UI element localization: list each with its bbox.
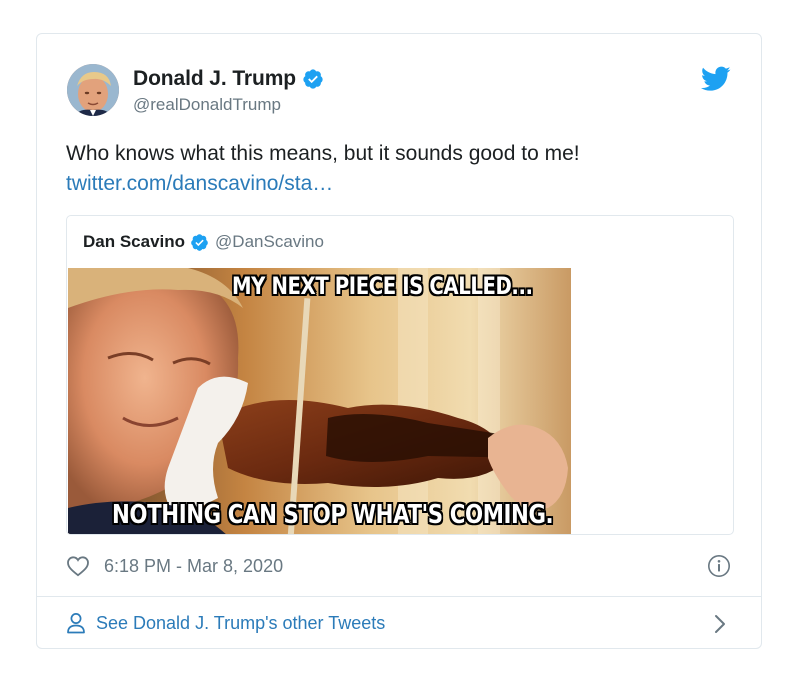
tweet-meta: 6:18 PM - Mar 8, 2020 (66, 552, 283, 580)
see-more-tweets-link[interactable]: See Donald J. Trump's other Tweets (66, 609, 385, 637)
footer-divider (37, 596, 761, 597)
tweet-text: Who knows what this means, but it sounds… (66, 142, 580, 165)
verified-badge-icon (191, 233, 208, 251)
tweet-link[interactable]: twitter.com/danscavino/sta… (66, 169, 726, 199)
author-block[interactable]: Donald J. Trump @realDonaldTrump (133, 65, 324, 115)
tweet-timestamp[interactable]: 6:18 PM - Mar 8, 2020 (104, 556, 283, 577)
quoted-tweet-header: Dan Scavino @DanScavino (83, 230, 324, 254)
quoted-author-name: Dan Scavino (83, 232, 186, 251)
chevron-right-icon[interactable] (713, 614, 727, 634)
author-handle[interactable]: @realDonaldTrump (133, 95, 324, 115)
quoted-tweet-image[interactable]: MY NEXT PIECE IS CALLED... NOTHING CAN S… (68, 268, 571, 534)
tweet-text-block: Who knows what this means, but it sounds… (66, 139, 726, 199)
info-icon[interactable] (707, 554, 731, 578)
author-name[interactable]: Donald J. Trump (133, 67, 296, 91)
meme-bottom-caption: NOTHING CAN STOP WHAT'S COMING. (112, 500, 554, 530)
quoted-tweet[interactable]: Dan Scavino @DanScavino MY NEXT PIECE IS… (66, 215, 734, 535)
embedded-tweet-card[interactable]: Donald J. Trump @realDonaldTrump Who kno… (36, 33, 762, 649)
quoted-author-handle: @DanScavino (215, 232, 324, 251)
twitter-bird-icon[interactable] (701, 66, 731, 92)
person-icon (67, 613, 85, 634)
see-more-tweets-label[interactable]: See Donald J. Trump's other Tweets (96, 613, 385, 634)
heart-icon[interactable] (66, 555, 90, 577)
meme-top-caption: MY NEXT PIECE IS CALLED... (232, 272, 533, 300)
meme-image-artwork (68, 268, 571, 534)
verified-badge-icon (303, 69, 323, 89)
author-avatar[interactable] (67, 64, 119, 116)
